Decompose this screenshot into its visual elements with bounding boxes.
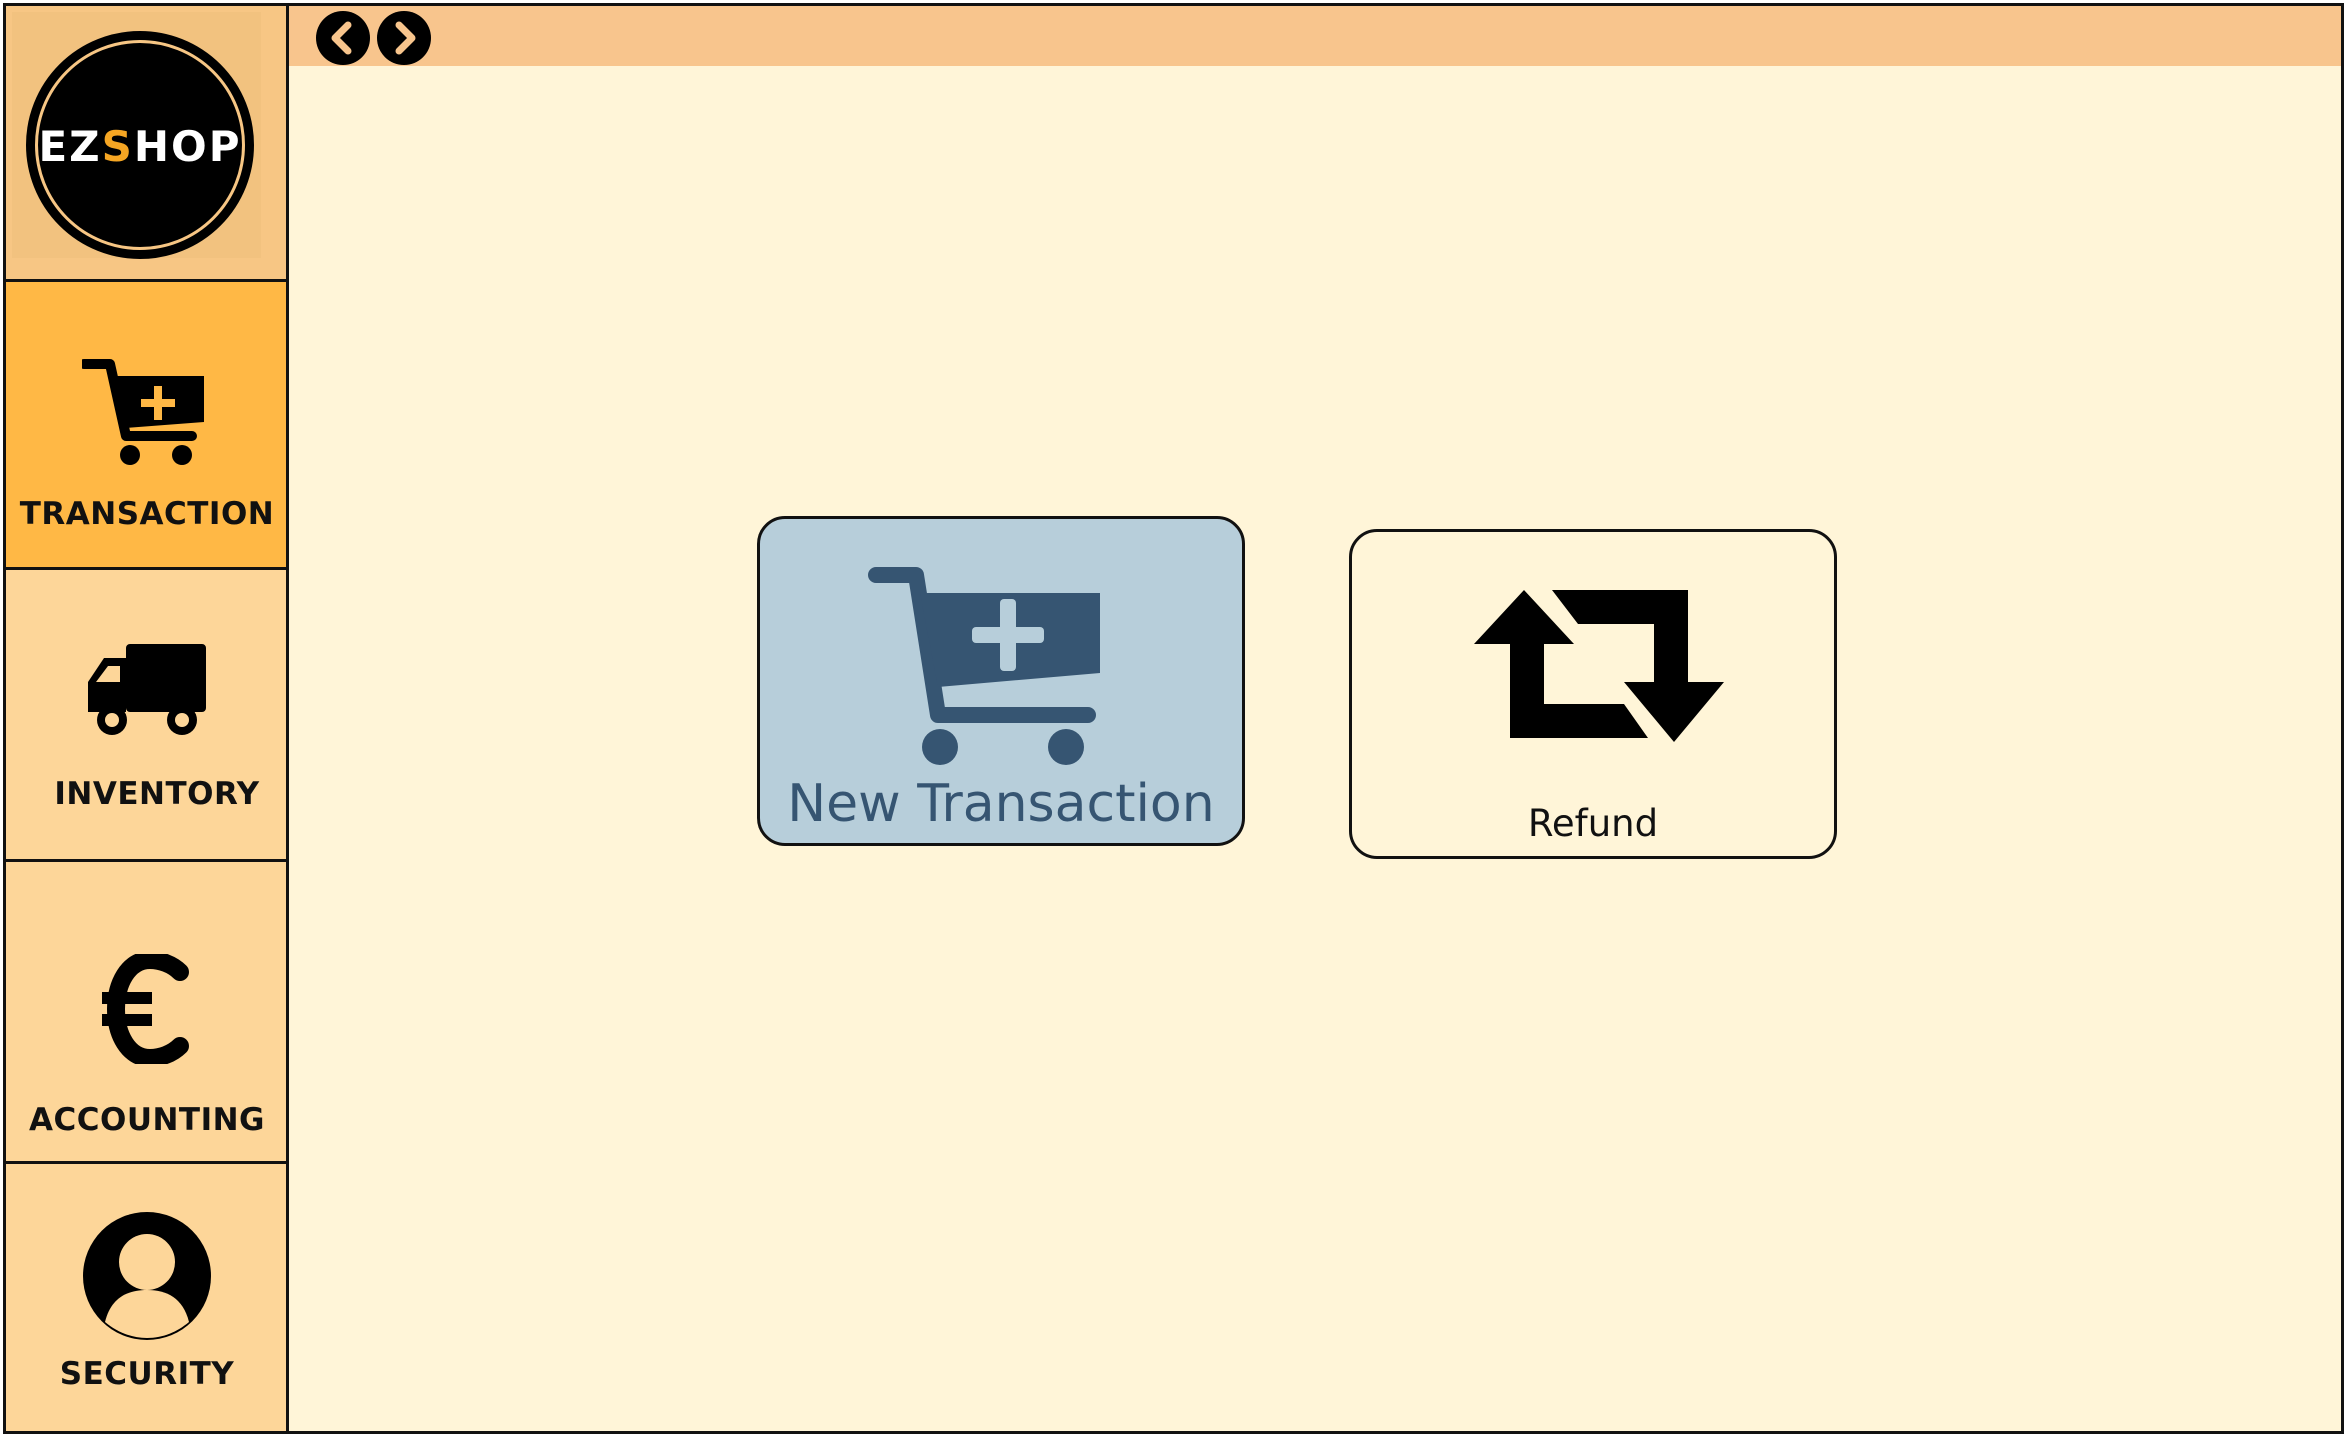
logo: EZSHOP xyxy=(26,31,254,259)
tile-label: New Transaction xyxy=(787,774,1215,834)
logo-text: EZSHOP xyxy=(38,122,242,171)
back-button[interactable] xyxy=(316,11,370,65)
sidebar-item-security[interactable]: SECURITY xyxy=(6,1164,288,1431)
chevron-right-icon xyxy=(395,21,416,55)
sidebar: EZSHOP TRANSACTION INVENTORY ACCOUNTING … xyxy=(3,3,291,1434)
sidebar-item-label: TRANSACTION xyxy=(19,496,275,532)
truck-icon xyxy=(6,638,288,748)
user-circle-icon xyxy=(6,1210,288,1342)
sidebar-item-label: INVENTORY xyxy=(54,776,260,812)
sidebar-item-accounting[interactable]: ACCOUNTING xyxy=(6,862,288,1164)
logo-cell: EZSHOP xyxy=(6,6,288,282)
sidebar-item-transaction[interactable]: TRANSACTION xyxy=(6,282,288,570)
refund-arrows-icon xyxy=(1464,586,1724,750)
tile-label: Refund xyxy=(1527,802,1659,845)
app-window: EZSHOP TRANSACTION INVENTORY ACCOUNTING … xyxy=(0,0,2350,1438)
chevron-left-icon xyxy=(331,21,352,55)
cart-plus-icon xyxy=(868,565,1108,779)
new-transaction-button[interactable]: New Transaction xyxy=(757,516,1245,846)
euro-icon xyxy=(6,954,288,1064)
sidebar-item-label: SECURITY xyxy=(59,1356,235,1392)
sidebar-item-label: ACCOUNTING xyxy=(28,1102,266,1138)
main-content: New Transaction Refund xyxy=(286,66,2344,1434)
top-bar xyxy=(286,3,2344,69)
refund-button[interactable]: Refund xyxy=(1349,529,1837,859)
forward-button[interactable] xyxy=(377,11,431,65)
sidebar-item-inventory[interactable]: INVENTORY xyxy=(6,570,288,862)
cart-plus-icon xyxy=(6,358,288,468)
